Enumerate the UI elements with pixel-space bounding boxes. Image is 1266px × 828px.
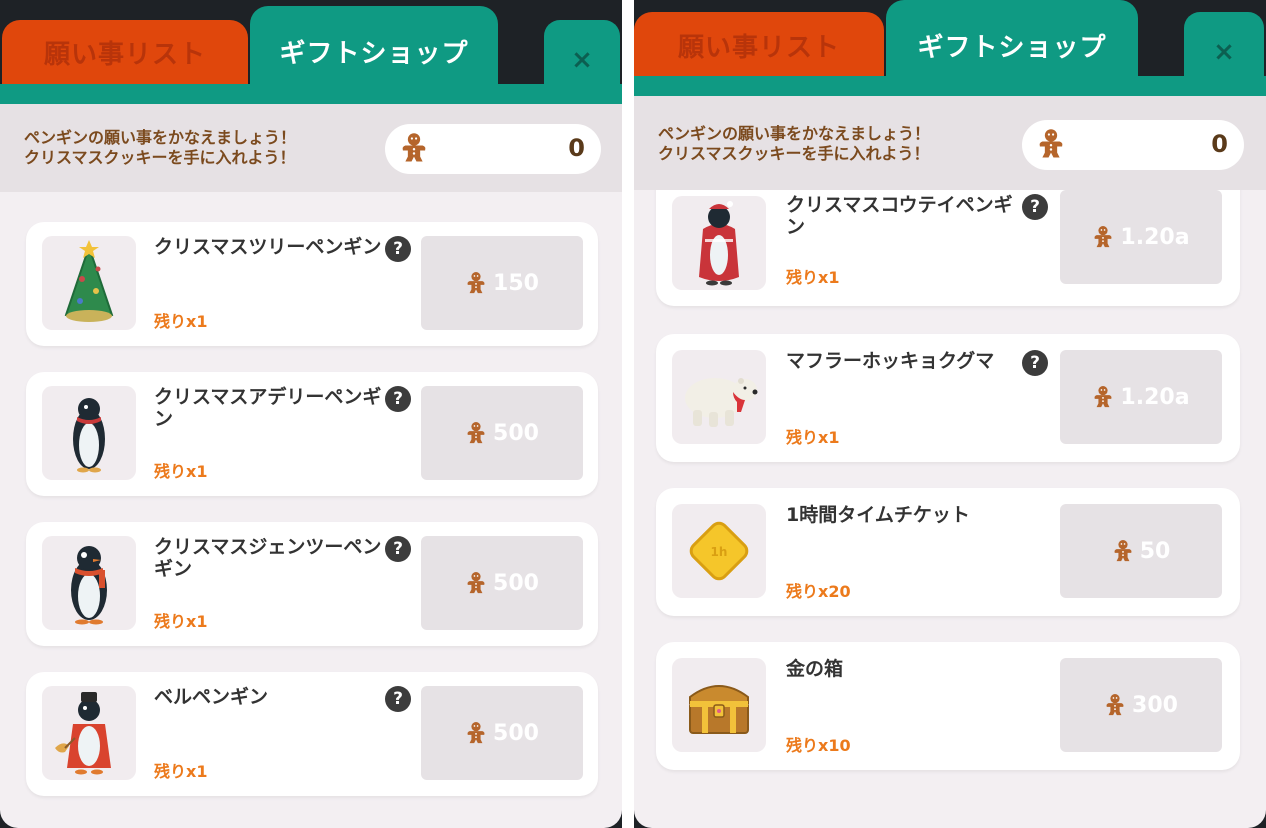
- gingerbread-cookie-icon: [1039, 129, 1063, 158]
- header-message: ペンギンの願い事をかなえましょう！ クリスマスクッキーを手に入れよう！: [658, 124, 930, 164]
- buy-button[interactable]: 150: [421, 236, 583, 330]
- gift-shop-panel-left: 願い事リスト ギフトショップ × ペンギンの願い事をかなえましょう！ クリスマス…: [0, 0, 622, 828]
- tab-gift-shop[interactable]: ギフトショップ: [250, 6, 498, 96]
- cookie-count: 0: [1211, 130, 1228, 158]
- buy-button[interactable]: 1.20a: [1060, 350, 1222, 444]
- buy-button[interactable]: 50: [1060, 504, 1222, 598]
- gift-shop-panel-right: 願い事リスト ギフトショップ × ペンギンの願い事をかなえましょう！ クリスマス…: [634, 0, 1266, 828]
- item-price: 500: [493, 570, 539, 596]
- help-button[interactable]: ?: [385, 236, 411, 262]
- list-item: クリスマスアデリーペンギン 残りx1 ? 500: [26, 372, 598, 496]
- item-name: クリスマスコウテイペンギン: [786, 194, 1013, 238]
- list-item: クリスマスジェンツーペンギン 残りx1 ? 500: [26, 522, 598, 646]
- time-ticket-icon: 1h: [672, 504, 766, 598]
- item-remaining: 残りx20: [786, 582, 851, 601]
- buy-button[interactable]: 1.20a: [1060, 190, 1222, 284]
- item-price: 1.20a: [1120, 224, 1190, 250]
- item-price: 300: [1132, 692, 1178, 718]
- buy-button[interactable]: 300: [1060, 658, 1222, 752]
- item-remaining: 残りx1: [786, 428, 840, 447]
- item-remaining: 残りx1: [154, 312, 208, 331]
- item-price: 50: [1139, 538, 1171, 564]
- item-name: 1時間タイムチケット: [786, 504, 970, 526]
- buy-button[interactable]: 500: [421, 536, 583, 630]
- header-message: ペンギンの願い事をかなえましょう！ クリスマスクッキーを手に入れよう！: [24, 128, 296, 168]
- help-button[interactable]: ?: [1022, 350, 1048, 376]
- list-item: クリスマスツリーペンギン 残りx1 ? 150: [26, 222, 598, 346]
- list-item: 金の箱 残りx10 300: [656, 642, 1240, 770]
- header-band: [634, 76, 1266, 98]
- gingerbread-cookie-icon: [467, 572, 485, 594]
- adelie-penguin-icon: [42, 386, 136, 480]
- item-price: 150: [493, 270, 539, 296]
- shop-body: ペンギンの願い事をかなえましょう！ クリスマスクッキーを手に入れよう！ 0 クリ…: [634, 96, 1266, 828]
- header-message-line1: ペンギンの願い事をかなえましょう！: [24, 128, 297, 147]
- gingerbread-cookie-icon: [1094, 226, 1112, 248]
- tab-wish-list[interactable]: 願い事リスト: [634, 12, 884, 78]
- item-price: 1.20a: [1120, 384, 1190, 410]
- cookie-count: 0: [568, 134, 585, 162]
- list-item: クリスマスコウテイペンギン 残りx1 ? 1.20a: [656, 190, 1240, 306]
- item-name: クリスマスアデリーペンギン: [154, 386, 382, 430]
- item-name: ベルペンギン: [154, 686, 269, 708]
- item-remaining: 残りx1: [154, 762, 208, 781]
- item-name: マフラーホッキョクグマ: [786, 350, 995, 372]
- buy-button[interactable]: 500: [421, 686, 583, 780]
- cookie-counter: 0: [385, 124, 601, 174]
- help-button[interactable]: ?: [385, 686, 411, 712]
- gingerbread-cookie-icon: [1114, 540, 1132, 562]
- item-list[interactable]: クリスマスコウテイペンギン 残りx1 ? 1.20a マフラーホッキョクグマ 残…: [634, 190, 1266, 828]
- header-message-line2: クリスマスクッキーを手に入れよう！: [658, 144, 930, 163]
- gingerbread-cookie-icon: [467, 272, 485, 294]
- help-button[interactable]: ?: [385, 386, 411, 412]
- item-remaining: 残りx1: [786, 268, 840, 287]
- header-message-line1: ペンギンの願い事をかなえましょう！: [658, 124, 931, 143]
- gingerbread-cookie-icon: [467, 422, 485, 444]
- item-name: 金の箱: [786, 658, 844, 680]
- svg-text:1h: 1h: [711, 545, 728, 559]
- gingerbread-cookie-icon: [1106, 694, 1124, 716]
- gold-chest-icon: [672, 658, 766, 752]
- screenshot-divider: [622, 0, 634, 828]
- help-button[interactable]: ?: [1022, 194, 1048, 220]
- emperor-penguin-icon: [672, 196, 766, 290]
- gingerbread-cookie-icon: [467, 722, 485, 744]
- shop-body: ペンギンの願い事をかなえましょう！ クリスマスクッキーを手に入れよう！ 0 クリ…: [0, 104, 622, 828]
- gingerbread-cookie-icon: [402, 133, 426, 162]
- help-button[interactable]: ?: [385, 536, 411, 562]
- item-remaining: 残りx1: [154, 462, 208, 481]
- item-name: クリスマスジェンツーペンギン: [154, 536, 382, 580]
- item-name: クリスマスツリーペンギン: [154, 236, 382, 258]
- shop-header: ペンギンの願い事をかなえましょう！ クリスマスクッキーを手に入れよう！ 0: [0, 104, 622, 192]
- shop-header: ペンギンの願い事をかなえましょう！ クリスマスクッキーを手に入れよう！ 0: [634, 96, 1266, 190]
- tab-wish-list[interactable]: 願い事リスト: [2, 20, 248, 84]
- buy-button[interactable]: 500: [421, 386, 583, 480]
- item-list[interactable]: クリスマスツリーペンギン 残りx1 ? 150 クリスマスアデリーペンギン 残り…: [0, 192, 622, 828]
- item-price: 500: [493, 720, 539, 746]
- cookie-counter: 0: [1022, 120, 1244, 170]
- list-item: ベルペンギン 残りx1 ? 500: [26, 672, 598, 796]
- item-remaining: 残りx1: [154, 612, 208, 631]
- gingerbread-cookie-icon: [1094, 386, 1112, 408]
- header-band: [0, 84, 622, 104]
- list-item: マフラーホッキョクグマ 残りx1 ? 1.20a: [656, 334, 1240, 462]
- item-remaining: 残りx10: [786, 736, 851, 755]
- item-price: 500: [493, 420, 539, 446]
- header-message-line2: クリスマスクッキーを手に入れよう！: [24, 148, 296, 167]
- list-item: 1h 1時間タイムチケット 残りx20 50: [656, 488, 1240, 616]
- polar-bear-icon: [672, 350, 766, 444]
- gentoo-penguin-icon: [42, 536, 136, 630]
- bell-penguin-icon: [42, 686, 136, 780]
- christmas-tree-penguin-icon: [42, 236, 136, 330]
